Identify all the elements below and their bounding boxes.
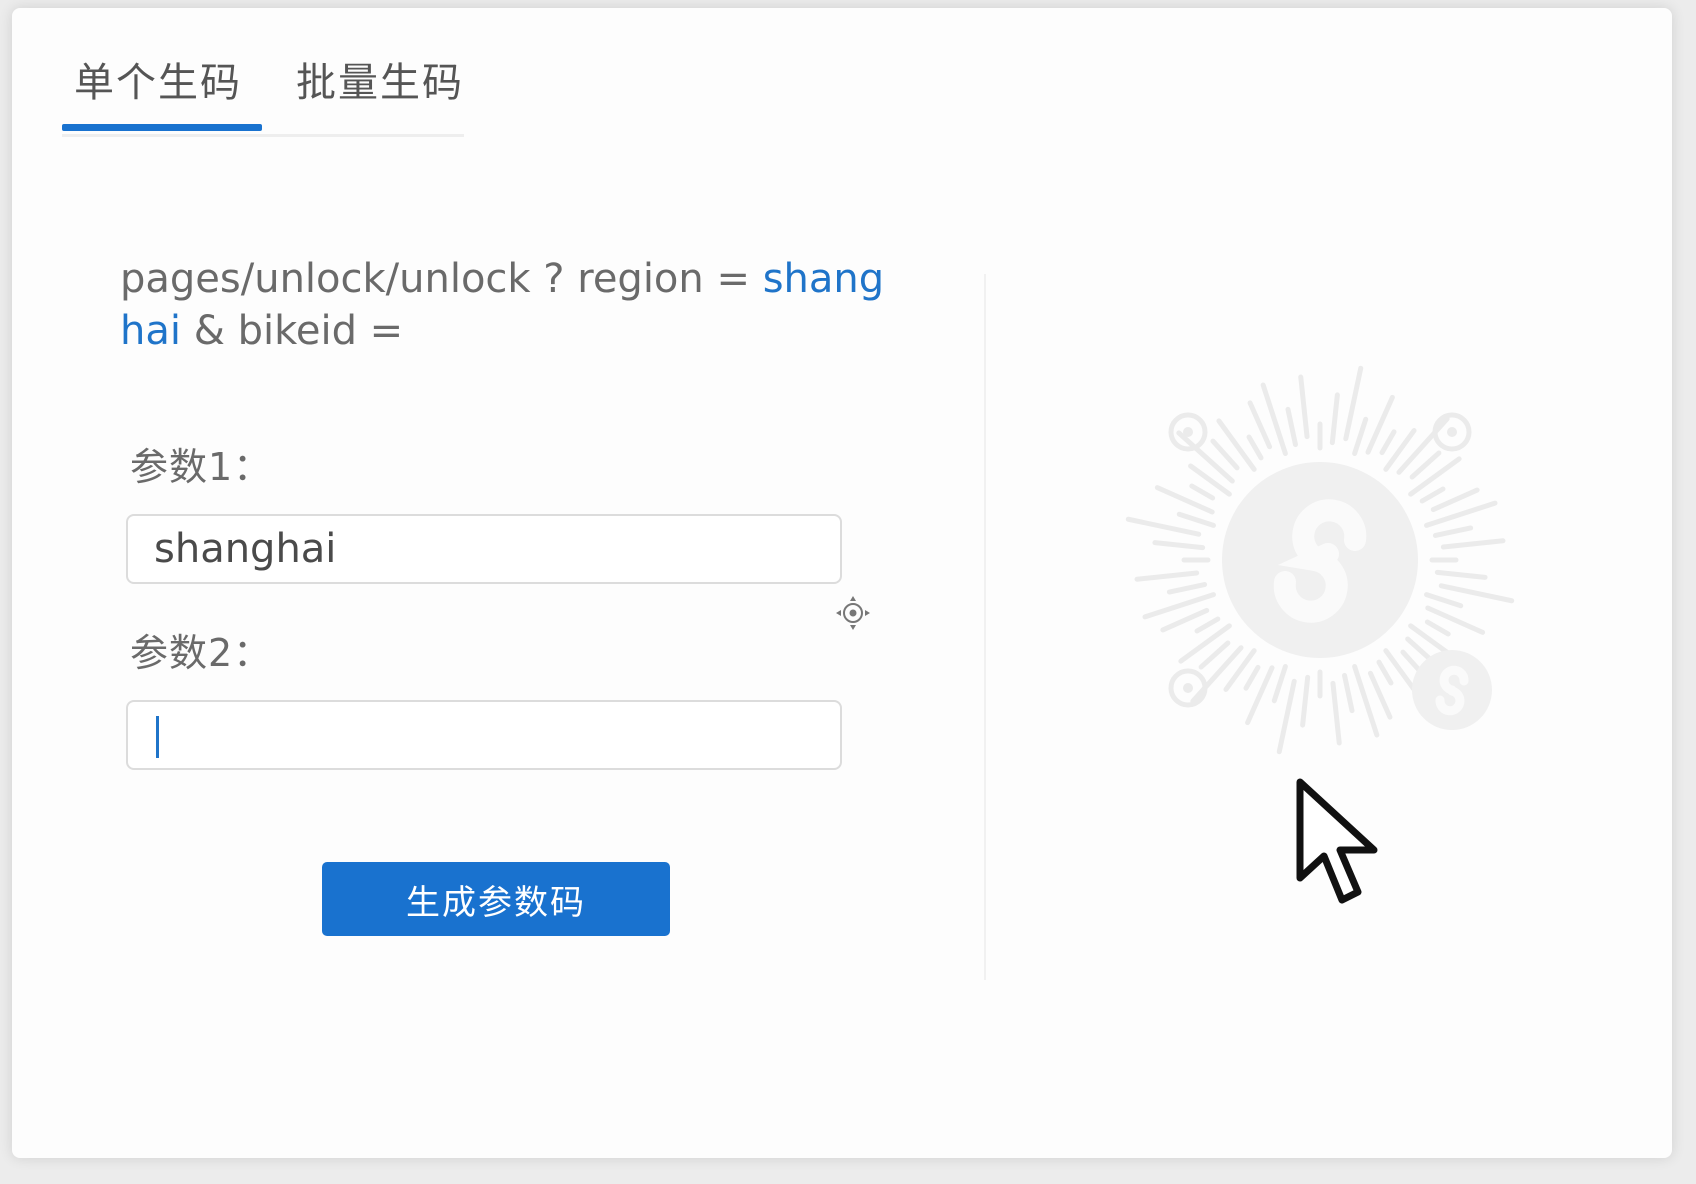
param1-input-value: shanghai bbox=[154, 526, 337, 572]
active-tab-indicator bbox=[62, 124, 262, 131]
code-generator-panel: 单个生码 批量生码 pages/unlock/unlock ? region =… bbox=[12, 8, 1672, 1158]
tab-single-code[interactable]: 单个生码 bbox=[74, 50, 242, 108]
param2-input[interactable] bbox=[126, 700, 842, 770]
path-suffix: & bikeid = bbox=[180, 308, 404, 354]
tab-batch-code[interactable]: 批量生码 bbox=[296, 50, 464, 108]
param2-label: 参数2： bbox=[130, 631, 273, 675]
page-path-preview: pages/unlock/unlock ? region = shanghai … bbox=[120, 253, 890, 357]
path-prefix: pages/unlock/unlock ? region = bbox=[120, 256, 763, 302]
param1-input[interactable]: shanghai bbox=[126, 514, 842, 584]
mini-program-code-placeholder-icon bbox=[1125, 365, 1515, 755]
generate-param-code-button[interactable]: 生成参数码 bbox=[322, 862, 670, 936]
param1-label: 参数1： bbox=[130, 445, 273, 489]
tab-bar: 单个生码 批量生码 bbox=[62, 38, 464, 137]
text-caret bbox=[156, 716, 159, 758]
panel-divider bbox=[984, 274, 986, 980]
mouse-pointer-icon bbox=[1296, 778, 1378, 904]
move-cursor-icon bbox=[836, 596, 870, 630]
